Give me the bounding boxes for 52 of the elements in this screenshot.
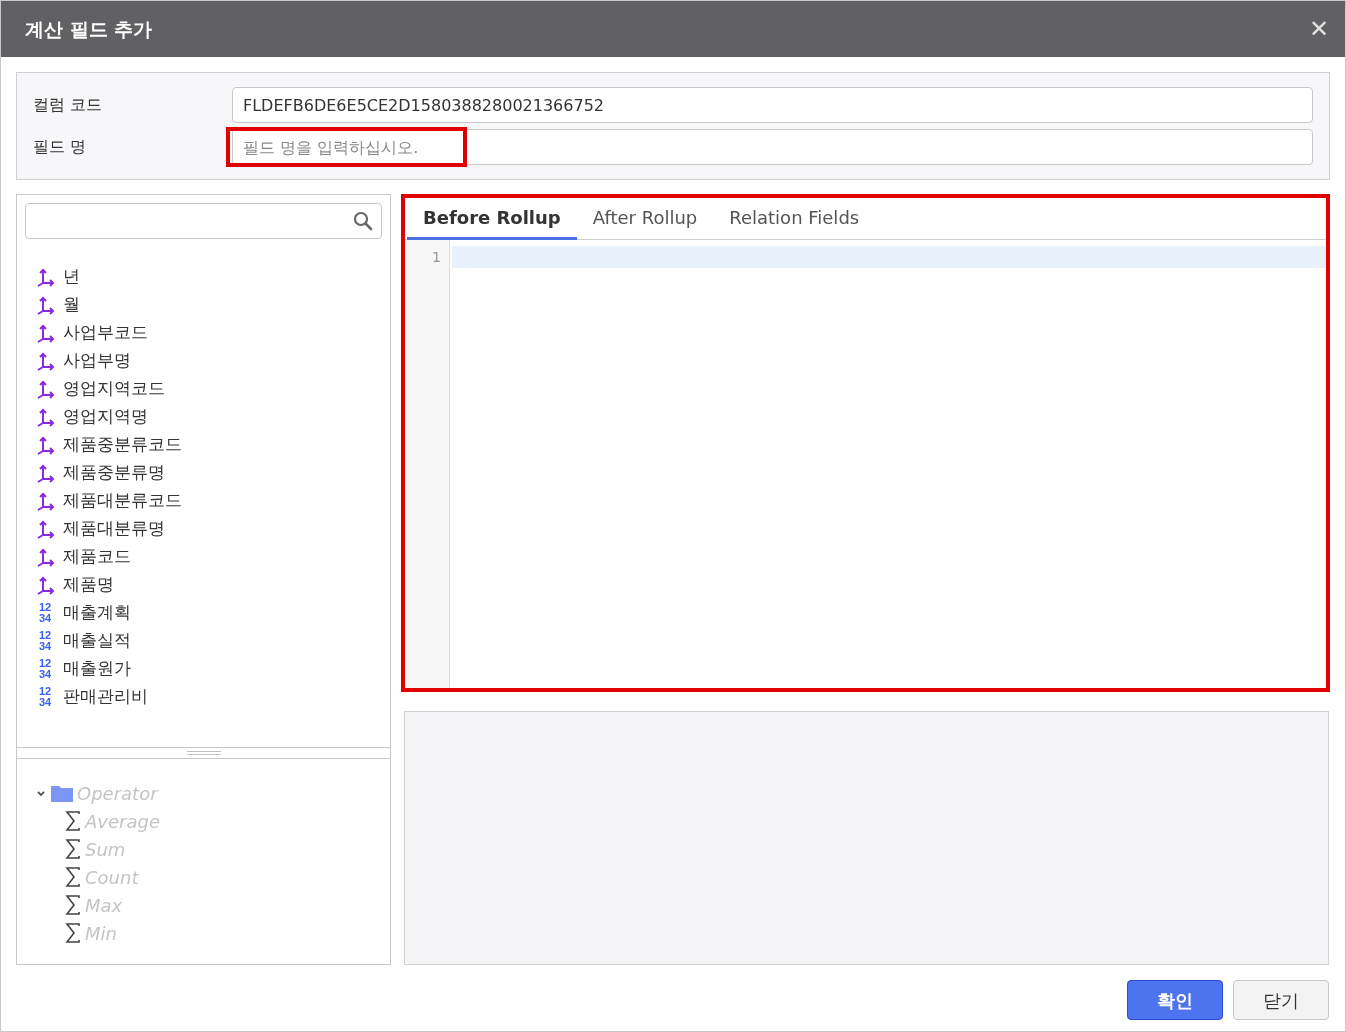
field-item[interactable]: 매출원가: [63, 656, 131, 682]
field-item[interactable]: 영업지역코드: [63, 376, 165, 402]
close-dialog-button[interactable]: 닫기: [1233, 980, 1329, 1020]
axis-icon: [35, 379, 55, 399]
field-item[interactable]: 월: [63, 292, 80, 318]
confirm-button[interactable]: 확인: [1127, 980, 1223, 1020]
field-label: 컬럼 코드: [33, 94, 104, 116]
field-item[interactable]: 제품대분류명: [63, 516, 165, 542]
text-field[interactable]: FLDEFB6DE6E5CE2D1580388280021366752: [232, 87, 1313, 123]
field-item[interactable]: 제품명: [63, 572, 114, 598]
field-item[interactable]: 사업부명: [63, 348, 131, 374]
axis-icon: [35, 267, 55, 287]
text-field[interactable]: 필드 명을 입력하십시오.: [232, 129, 1313, 165]
field-item[interactable]: 영업지역명: [63, 404, 148, 430]
search-icon: [353, 211, 373, 231]
axis-icon: [35, 491, 55, 511]
sigma-icon: [65, 866, 81, 888]
search-field[interactable]: [25, 203, 382, 239]
axis-icon: [35, 519, 55, 539]
axis-icon: [35, 295, 55, 315]
field-item[interactable]: 제품중분류명: [63, 460, 165, 486]
tab[interactable]: Relation Fields: [713, 198, 876, 240]
sigma-icon: [65, 894, 81, 916]
field-item[interactable]: 사업부코드: [63, 320, 148, 346]
axis-icon: [35, 435, 55, 455]
field-item[interactable]: 판매관리비: [63, 684, 148, 710]
axis-icon: [35, 351, 55, 371]
sigma-icon: [65, 810, 81, 832]
axis-icon: [35, 407, 55, 427]
window-title: 계산 필드 추가: [25, 16, 153, 42]
number-icon: 12 34: [35, 658, 55, 680]
field-item[interactable]: 제품중분류코드: [63, 432, 182, 458]
number-icon: 12 34: [35, 686, 55, 708]
field-item[interactable]: 매출계획: [63, 600, 131, 626]
axis-icon: [35, 547, 55, 567]
sigma-icon: [65, 922, 81, 944]
folder-icon: [51, 784, 73, 802]
axis-icon: [35, 323, 55, 343]
tab[interactable]: After Rollup: [576, 198, 714, 240]
sigma-icon: [65, 838, 81, 860]
field-item[interactable]: 년: [63, 264, 80, 290]
number-icon: 12 34: [35, 602, 55, 624]
close-button[interactable]: ✕: [1308, 17, 1329, 41]
field-item[interactable]: 제품대분류코드: [63, 488, 182, 514]
line-number: 1: [432, 248, 441, 267]
field-label: 필드 명: [33, 136, 88, 158]
number-icon: 12 34: [35, 630, 55, 652]
axis-icon: [35, 463, 55, 483]
field-item[interactable]: 매출실적: [63, 628, 131, 654]
field-item[interactable]: 제품코드: [63, 544, 131, 570]
resize-handle[interactable]: [186, 751, 221, 755]
axis-icon: [35, 575, 55, 595]
